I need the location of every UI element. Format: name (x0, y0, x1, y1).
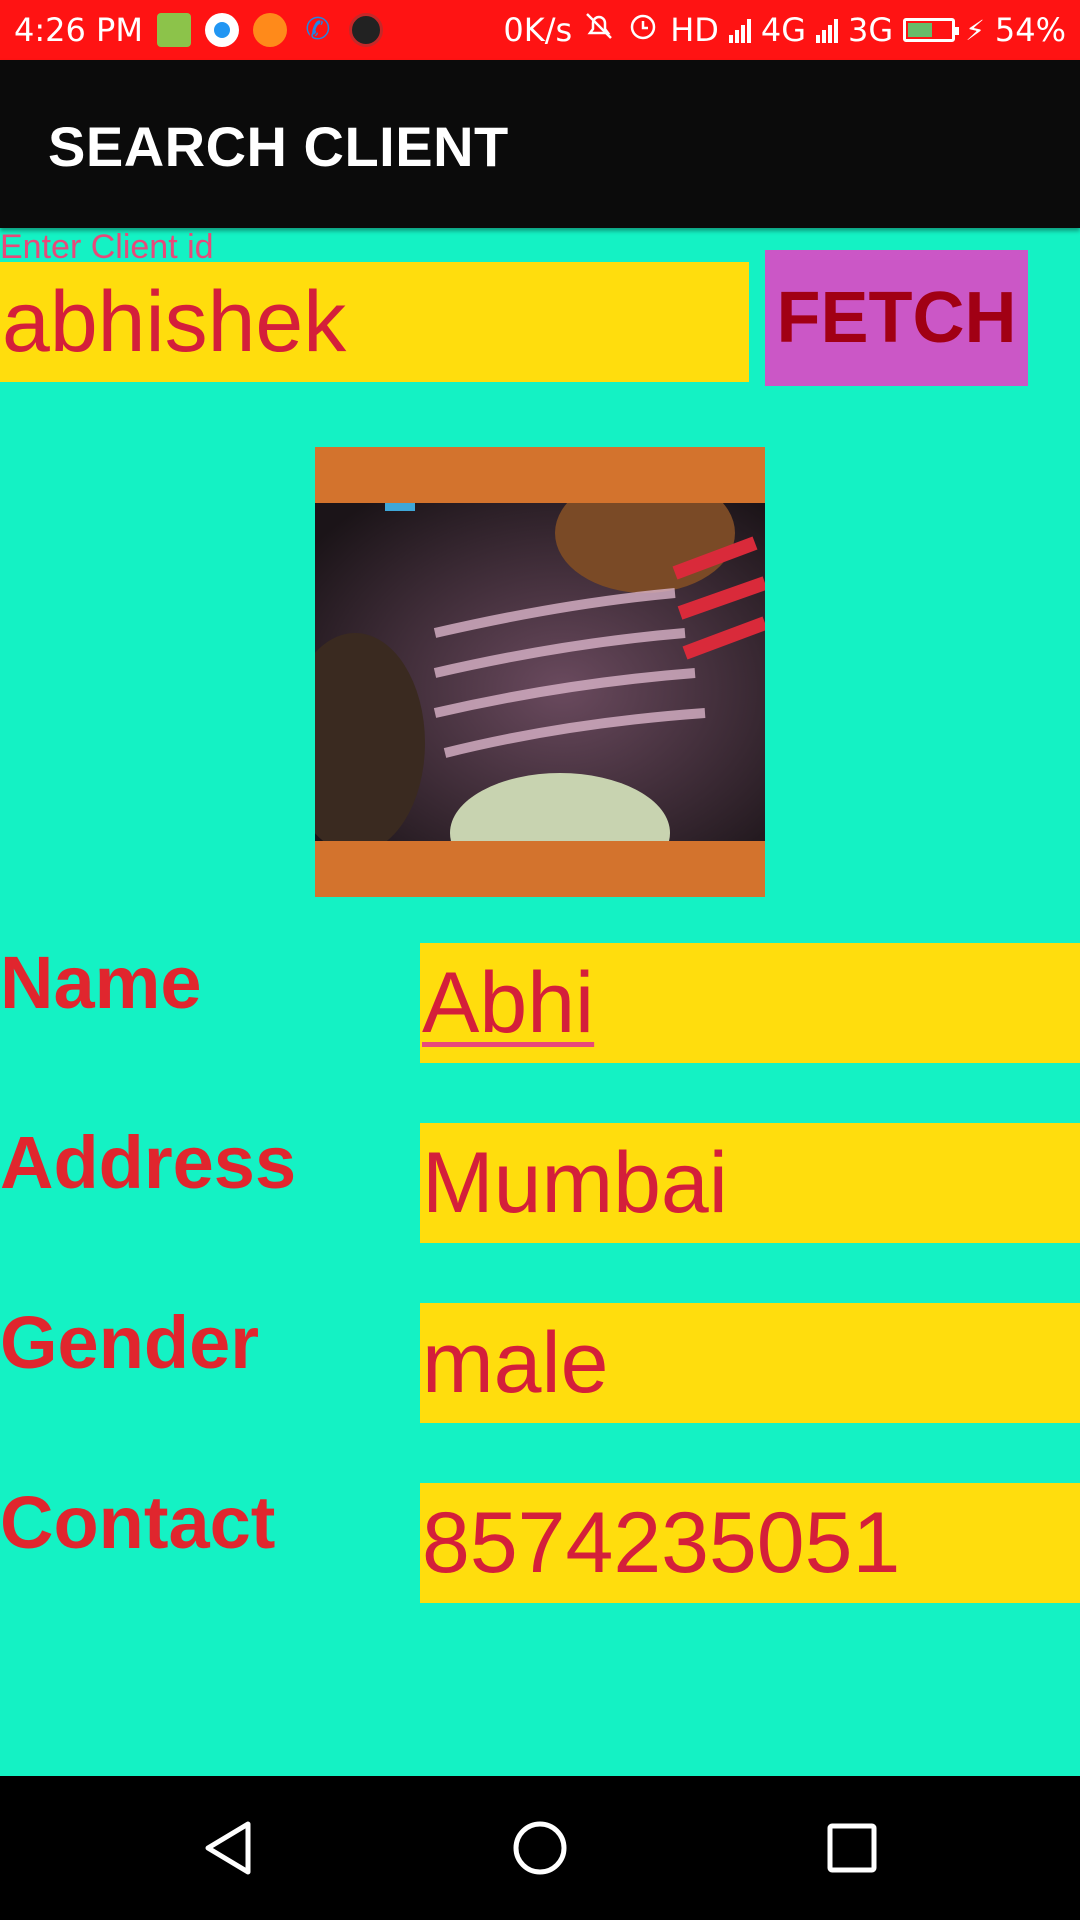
name-label: Name (0, 941, 202, 1024)
name-value: Abhi (422, 955, 595, 1051)
name-field[interactable]: Abhi (420, 943, 1080, 1063)
network-speed: 0K/s (503, 11, 573, 49)
signal-icon (728, 17, 751, 43)
navigation-bar (0, 1776, 1080, 1920)
alarm-icon (626, 9, 660, 51)
crop-icon (252, 13, 287, 47)
hd-label: HD (670, 11, 719, 49)
battery-icon (903, 18, 960, 42)
gender-field[interactable]: male (420, 1303, 1080, 1423)
home-icon (513, 1821, 567, 1875)
battery-percent: 54% (994, 11, 1066, 49)
phone-app-icon (204, 13, 239, 47)
app-toolbar: SEARCH CLIENT (0, 60, 1080, 228)
call-icon: ✆ (305, 12, 331, 47)
status-time: 4:26 PM (14, 11, 143, 49)
contact-label: Contact (0, 1481, 276, 1564)
call-recorder-icon (348, 13, 383, 47)
client-photo (315, 447, 765, 897)
client-id-input[interactable]: abhishek (0, 262, 749, 382)
home-button[interactable] (460, 1776, 620, 1920)
charging-icon: ⚡ (965, 13, 985, 47)
address-field[interactable]: Mumbai (420, 1123, 1080, 1243)
fetch-button[interactable]: FETCH (765, 250, 1028, 386)
recents-button[interactable] (772, 1776, 932, 1920)
signal-icon (816, 17, 839, 43)
back-icon (205, 1821, 251, 1875)
back-button[interactable] (148, 1776, 308, 1920)
gender-label: Gender (0, 1301, 260, 1384)
android-notification-icon (156, 13, 191, 47)
page-title: SEARCH CLIENT (48, 115, 509, 178)
contact-field[interactable]: 8574235051 (420, 1483, 1080, 1603)
status-bar: 4:26 PM ✆ 0K/s HD 4G 3G ⚡ 54% (0, 0, 1080, 60)
mute-icon (582, 9, 616, 51)
client-photo-image (315, 503, 765, 841)
recents-icon (827, 1823, 877, 1873)
network-3g: 3G (848, 11, 894, 49)
address-label: Address (0, 1121, 297, 1204)
network-4g: 4G (760, 11, 807, 49)
